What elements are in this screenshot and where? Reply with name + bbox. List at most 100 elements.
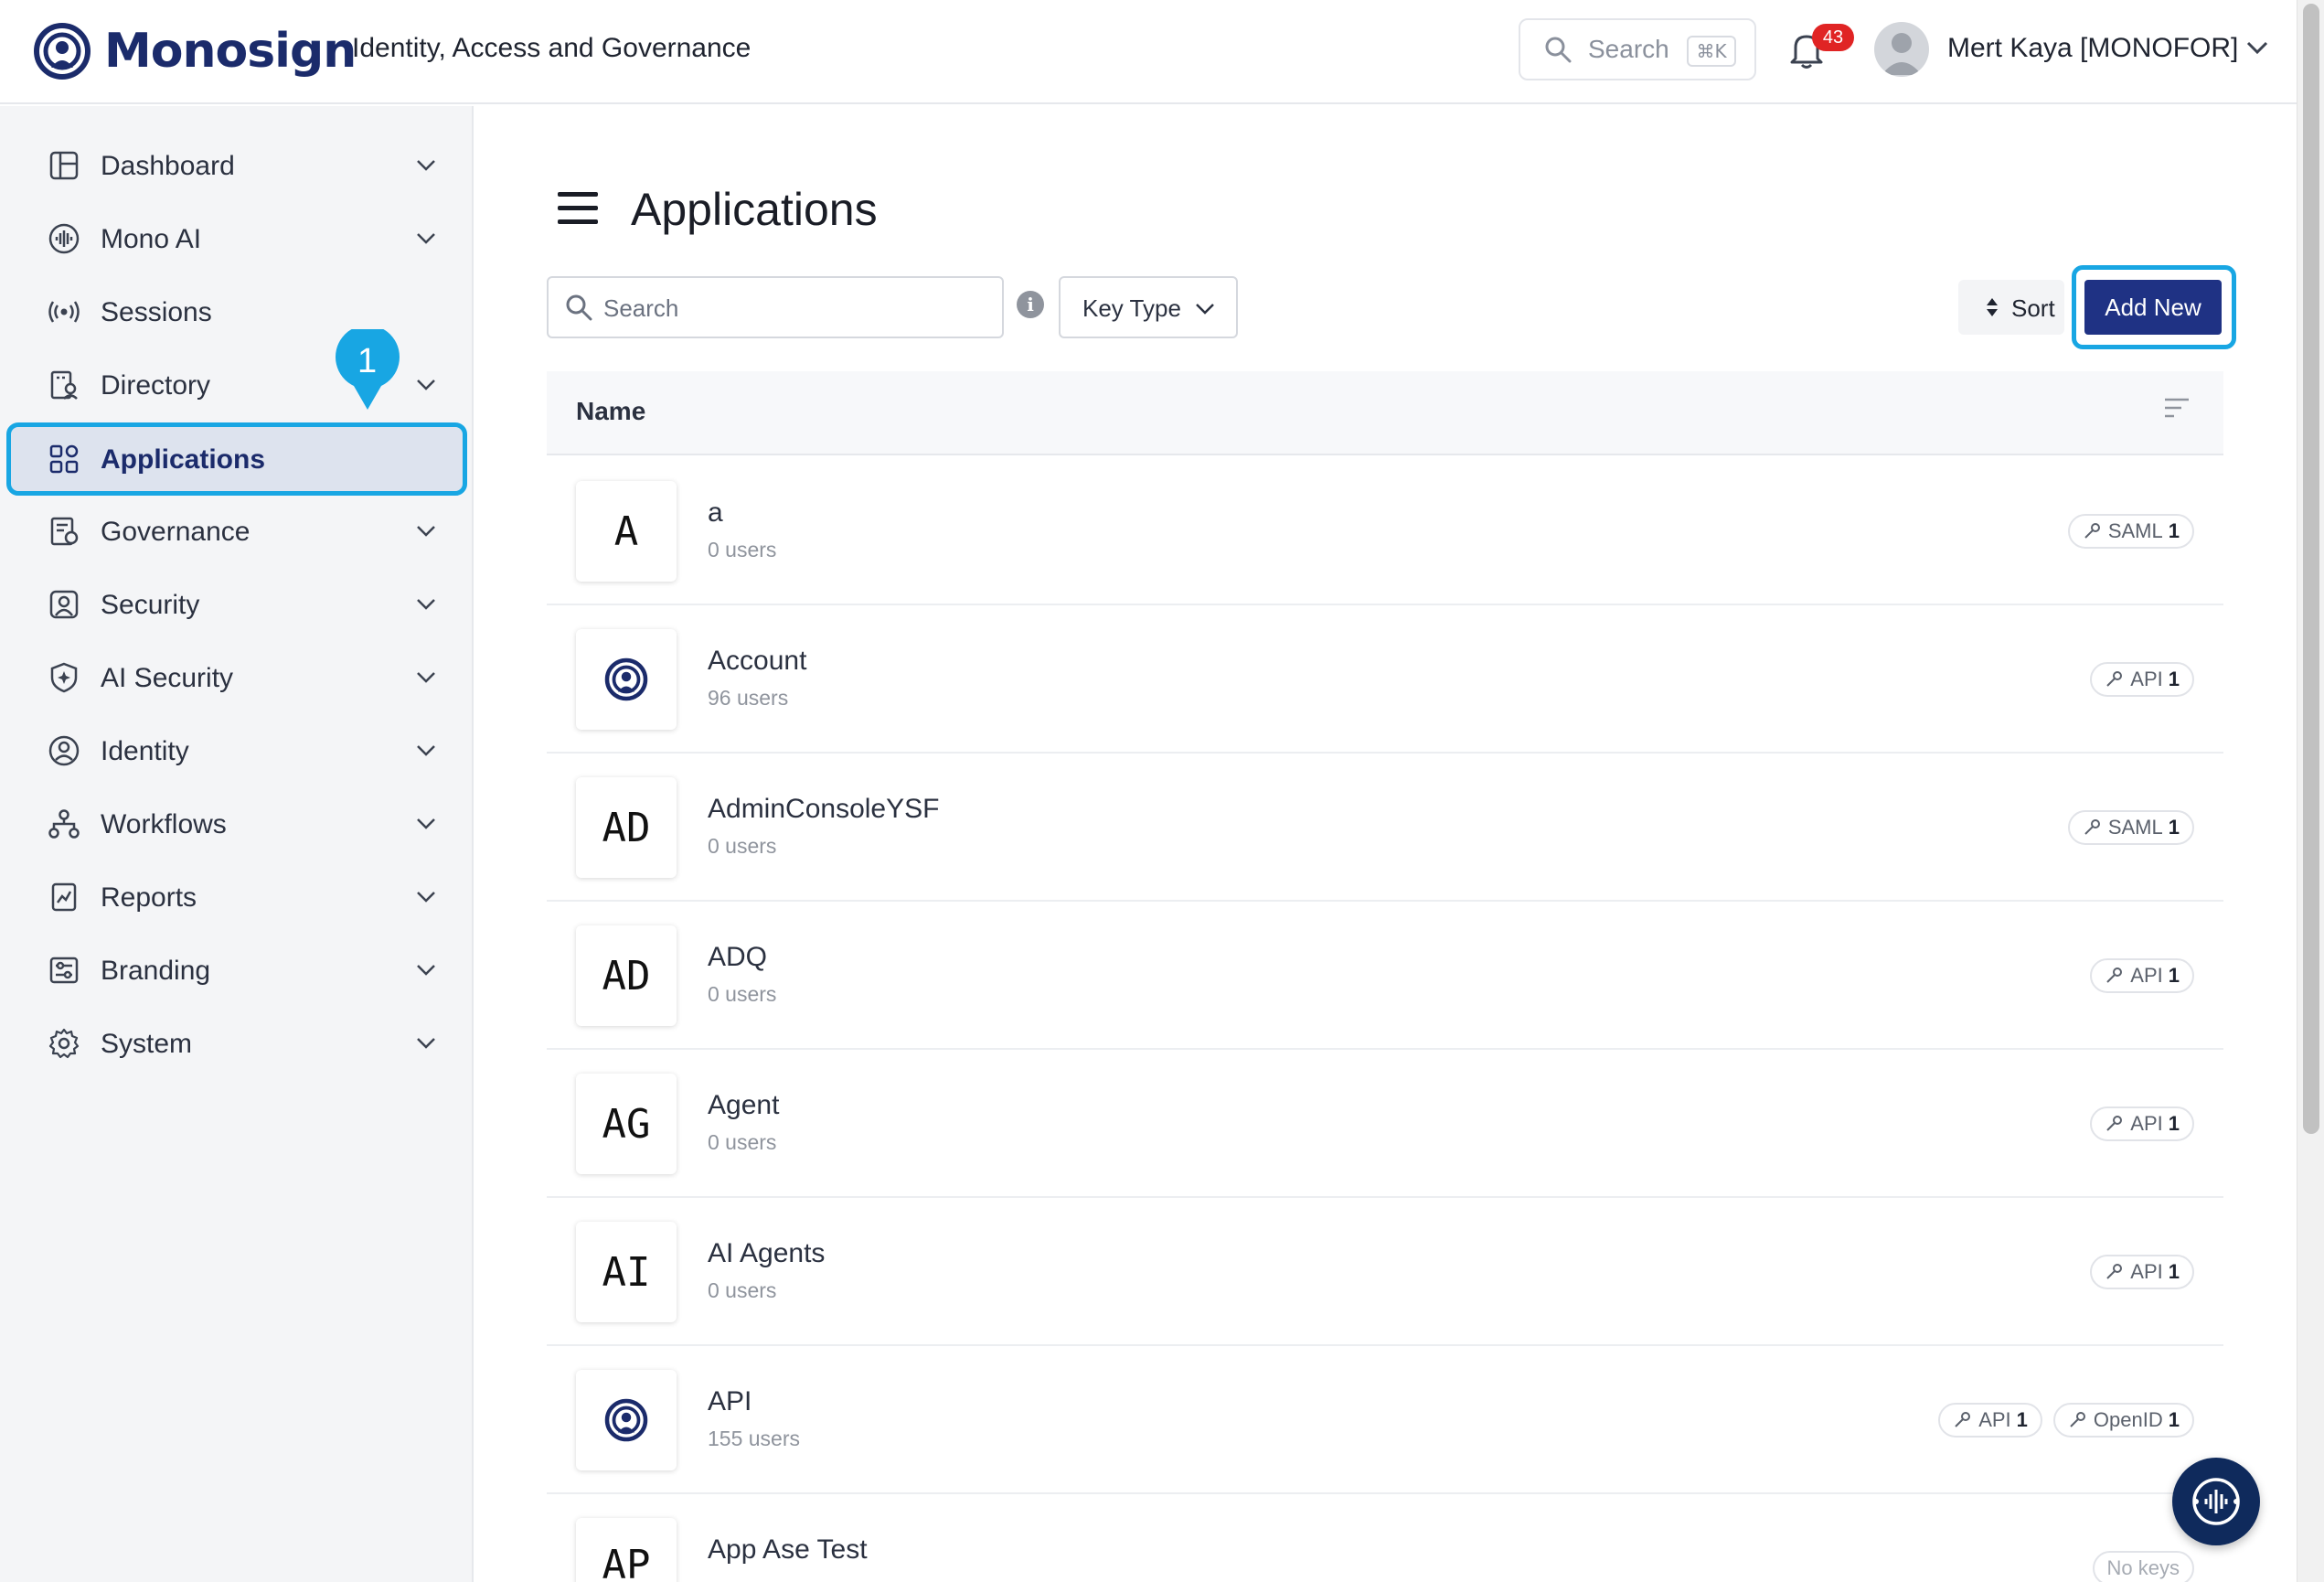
table-row[interactable]: API 155 users API 1 OpenID 1 xyxy=(547,1346,2223,1494)
key-count: 1 xyxy=(2168,519,2180,542)
key-count: 1 xyxy=(2168,1408,2180,1431)
app-initials-avatar: AI xyxy=(576,1222,677,1322)
key-type-chip: API 1 xyxy=(2090,1255,2194,1289)
chevron-down-icon xyxy=(417,160,435,171)
app-user-count: 0 users xyxy=(708,834,777,858)
app-name[interactable]: App Ase Test xyxy=(708,1534,868,1566)
sort-button[interactable]: Sort xyxy=(1958,280,2064,335)
monosign-logo-icon xyxy=(604,1398,648,1442)
workflow-icon xyxy=(48,809,80,839)
chevron-down-icon xyxy=(417,233,435,244)
add-new-button[interactable]: Add New xyxy=(2084,280,2222,335)
sidebar-item-reports[interactable]: Reports xyxy=(11,865,463,929)
table-row[interactable]: A a 0 users SAML 1 xyxy=(547,457,2223,605)
table-row[interactable]: AD ADQ 0 users API 1 xyxy=(547,902,2223,1050)
sidebar-item-label: Applications xyxy=(101,444,266,475)
table-row[interactable]: AG Agent 0 users API 1 xyxy=(547,1050,2223,1198)
user-circle-icon xyxy=(48,735,80,766)
key-type-chip: API 1 xyxy=(2090,1106,2194,1141)
key-type-label: Key Type xyxy=(1082,294,1181,322)
sidebar-item-label: Governance xyxy=(101,517,251,547)
key-count: 1 xyxy=(2016,1408,2028,1431)
app-name[interactable]: API xyxy=(708,1386,752,1417)
page-scrollbar[interactable] xyxy=(2297,0,2324,1582)
table-row[interactable]: AI AI Agents 0 users API 1 xyxy=(547,1198,2223,1346)
key-type-chip: SAML 1 xyxy=(2067,810,2194,845)
sidebar-item-ai-security[interactable]: AI Security xyxy=(11,646,463,710)
app-user-count: 155 users xyxy=(708,1427,801,1450)
key-type-filter-dropdown[interactable]: Key Type xyxy=(1059,276,1238,338)
search-icon xyxy=(1545,37,1572,63)
key-icon xyxy=(2106,1116,2123,1131)
shield-spark-icon xyxy=(50,662,78,693)
sidebar-item-label: Security xyxy=(101,590,200,620)
global-search-label: Search xyxy=(1588,35,1669,63)
sidebar-item-branding[interactable]: Branding xyxy=(11,938,463,1002)
key-count: 1 xyxy=(2168,1260,2180,1283)
app-name[interactable]: ADQ xyxy=(708,942,767,973)
key-type: API xyxy=(2130,964,2163,987)
search-input[interactable] xyxy=(603,294,987,323)
brand-logo[interactable]: Monosign xyxy=(33,22,357,80)
key-type-chip: SAML 1 xyxy=(2067,514,2194,549)
top-bar: Monosign Identity, Access and Governance… xyxy=(0,0,2297,104)
key-type: OpenID xyxy=(2093,1408,2163,1431)
waveform-icon xyxy=(48,223,80,254)
info-icon[interactable]: i xyxy=(1017,291,1044,318)
sidebar-item-workflows[interactable]: Workflows xyxy=(11,792,463,856)
app-name[interactable]: AI Agents xyxy=(708,1238,825,1269)
sidebar-item-security[interactable]: Security xyxy=(11,572,463,636)
chevron-down-icon[interactable] xyxy=(2245,40,2269,55)
notification-count-badge: 43 xyxy=(1812,24,1854,51)
column-sort-lines-icon[interactable] xyxy=(2163,397,2191,419)
chevron-down-icon xyxy=(417,818,435,829)
key-type: SAML xyxy=(2107,519,2163,542)
user-name[interactable]: Mert Kaya [MONOFOR] xyxy=(1947,33,2238,64)
sidebar-item-mono-ai[interactable]: Mono AI xyxy=(11,207,463,271)
chevron-down-icon xyxy=(417,965,435,976)
app-name[interactable]: a xyxy=(708,497,723,529)
table-row[interactable]: AP App Ase Test No keys xyxy=(547,1494,2223,1582)
waveform-icon xyxy=(2192,1478,2240,1525)
mono-ai-assistant-button[interactable] xyxy=(2172,1458,2260,1545)
app-user-count: 0 users xyxy=(708,1130,777,1154)
chevron-down-icon xyxy=(417,379,435,390)
sidebar-item-identity[interactable]: Identity xyxy=(11,719,463,783)
sidebar-item-label: AI Security xyxy=(101,663,234,693)
app-name[interactable]: Agent xyxy=(708,1090,779,1121)
column-header-name[interactable]: Name xyxy=(576,397,645,426)
broadcast-icon xyxy=(48,301,80,323)
table-row[interactable]: Account 96 users API 1 xyxy=(547,605,2223,754)
sidebar-item-label: Identity xyxy=(101,736,189,766)
governance-icon xyxy=(50,517,79,546)
sidebar-item-label: Branding xyxy=(101,956,211,986)
sidebar-item-dashboard[interactable]: Dashboard xyxy=(11,134,463,198)
search-shortcut-badge: ⌘K xyxy=(1687,36,1736,67)
scrollbar-thumb[interactable] xyxy=(2303,4,2319,1134)
key-type-chip: API 1 xyxy=(2090,662,2194,697)
sidebar-item-governance[interactable]: Governance xyxy=(11,499,463,563)
chevron-down-icon xyxy=(417,1038,435,1049)
monosign-logo-icon xyxy=(34,23,91,80)
applications-search-field[interactable] xyxy=(547,276,1004,338)
sidebar-item-label: Mono AI xyxy=(101,224,202,254)
key-type: API xyxy=(2130,668,2163,690)
app-name[interactable]: Account xyxy=(708,646,806,677)
sidebar-item-applications[interactable]: Applications xyxy=(6,422,467,496)
hamburger-menu-icon[interactable] xyxy=(558,190,598,227)
app-initials-avatar: A xyxy=(576,481,677,582)
search-icon xyxy=(566,294,592,321)
table-row[interactable]: AD AdminConsoleYSF 0 users SAML 1 xyxy=(547,754,2223,902)
sidebar-item-label: Reports xyxy=(101,882,197,913)
app-name[interactable]: AdminConsoleYSF xyxy=(708,794,939,825)
key-type: API xyxy=(2130,1112,2163,1135)
key-icon xyxy=(1955,1412,1971,1427)
global-search-button[interactable]: Search ⌘K xyxy=(1519,18,1756,80)
app-user-count: 96 users xyxy=(708,686,789,710)
page-title: Applications xyxy=(631,184,878,235)
sort-arrows-icon xyxy=(1987,298,1998,316)
directory-icon xyxy=(50,370,78,400)
user-silhouette-icon xyxy=(1882,33,1922,75)
sidebar-item-system[interactable]: System xyxy=(11,1011,463,1075)
avatar[interactable] xyxy=(1874,22,1929,77)
